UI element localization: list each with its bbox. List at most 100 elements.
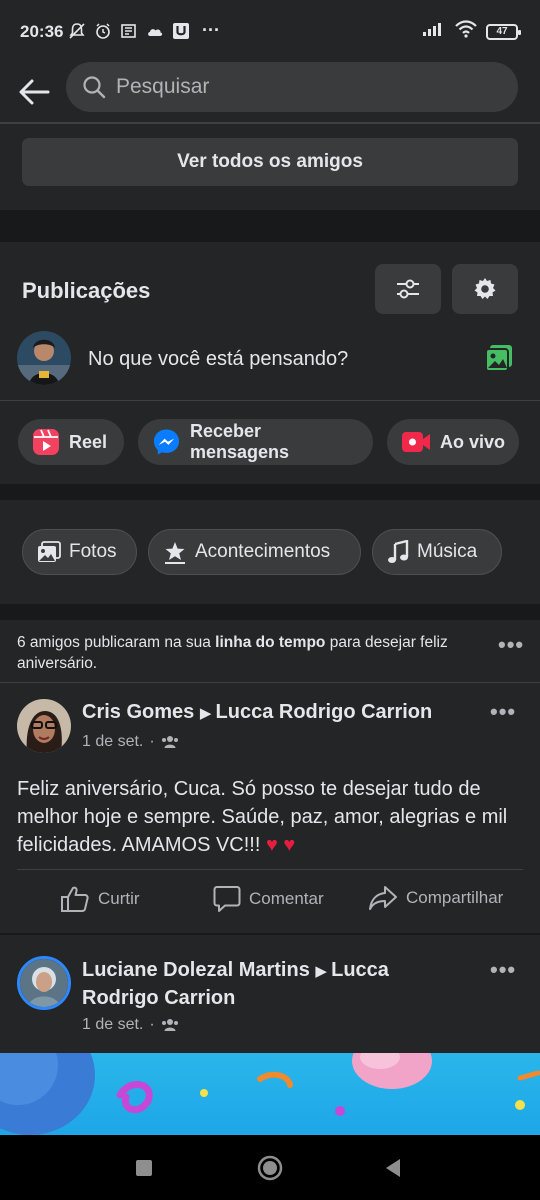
status-notification-icons: ··· [68, 20, 220, 41]
author-avatar[interactable] [17, 956, 71, 1010]
post-more-dots-icon[interactable]: ••• [490, 957, 516, 983]
target-name[interactable]: Lucca [331, 959, 389, 981]
status-system-icons: 47 [422, 20, 521, 43]
u-app-icon [172, 22, 190, 40]
filter-button[interactable] [375, 264, 441, 314]
back-button[interactable] [14, 72, 54, 112]
composer-prompt[interactable]: No que você está pensando? [88, 348, 348, 371]
cloud-icon [146, 22, 164, 40]
photo-button[interactable] [484, 344, 514, 377]
search-icon [83, 76, 106, 99]
post-actions-divider [17, 869, 523, 870]
system-back-button[interactable] [384, 1158, 402, 1178]
reel-chip[interactable]: Reel [18, 419, 124, 465]
music-filter-label: Música [417, 541, 478, 562]
more-dots-icon[interactable]: ••• [498, 632, 524, 658]
author-name[interactable]: Cris Gomes [82, 701, 194, 723]
post-more-dots-icon[interactable]: ••• [490, 699, 516, 725]
events-filter[interactable]: Acontecimentos [148, 529, 361, 575]
muted-bell-icon [68, 22, 86, 40]
star-event-icon [165, 542, 185, 564]
like-button[interactable]: Curtir [60, 885, 140, 913]
post: Luciane Dolezal Martins ▶ Lucca Rodrigo … [0, 935, 540, 1135]
settings-button[interactable] [452, 264, 518, 314]
reel-chip-label: Reel [69, 431, 108, 452]
publications-divider [0, 400, 540, 401]
like-icon [61, 886, 89, 912]
receive-messages-chip[interactable]: Receber mensagens [138, 419, 373, 465]
music-note-icon [388, 540, 409, 563]
post-author-line: Cris Gomes ▶ Lucca Rodrigo Carrion [82, 699, 432, 727]
back-arrow-icon [19, 79, 50, 105]
friends-audience-icon [161, 736, 178, 748]
birthday-notice: 6 amigos publicaram na sua linha do temp… [0, 620, 540, 682]
post-author-line: Luciane Dolezal Martins ▶ Lucca Rodrigo … [82, 957, 462, 1012]
back-triangle-icon [386, 1159, 400, 1177]
heart-emoji: ♥ ♥ [265, 834, 296, 856]
status-time: 20:36 [20, 22, 64, 41]
post-meta: 1 de set. · [82, 733, 179, 751]
timeline-link[interactable]: linha do tempo [215, 634, 325, 651]
publications-title: Publicações [22, 278, 151, 303]
birthday-notice-text: 6 amigos publicaram na sua linha do temp… [17, 632, 487, 674]
birthday-image[interactable] [0, 1053, 540, 1135]
recents-square-icon [136, 1160, 152, 1176]
events-filter-label: Acontecimentos [195, 541, 331, 562]
share-label: Compartilhar [406, 888, 504, 907]
system-navigation-bar [0, 1135, 540, 1200]
post-body-text: Feliz aniversário, Cuca. Só posso te des… [17, 778, 508, 856]
post: Cris Gomes ▶ Lucca Rodrigo Carrion 1 de … [0, 683, 540, 933]
arrow-right-icon: ▶ [199, 705, 216, 722]
alarm-icon [94, 22, 112, 40]
publications-section: Publicações No que você está pensando? R… [0, 242, 540, 484]
music-filter[interactable]: Música [372, 529, 502, 575]
wifi-icon [454, 20, 478, 43]
user-avatar[interactable] [17, 331, 71, 385]
post-date[interactable]: 1 de set. [82, 1016, 143, 1034]
recents-button[interactable] [135, 1159, 153, 1177]
friends-section: Ver todos os amigos [0, 124, 540, 210]
notice-text-prefix: 6 amigos publicaram na sua [17, 634, 216, 651]
search-input[interactable] [116, 75, 476, 99]
author-avatar[interactable] [17, 699, 71, 753]
post-date[interactable]: 1 de set. [82, 733, 143, 751]
see-all-friends-button[interactable]: Ver todos os amigos [22, 138, 518, 186]
arrow-right-icon: ▶ [315, 963, 332, 980]
news-icon [120, 22, 138, 40]
messenger-icon [153, 429, 180, 455]
comment-button[interactable]: Comentar [213, 885, 324, 913]
meta-separator: · [149, 733, 155, 750]
search-header [0, 62, 540, 122]
live-video-icon [402, 432, 430, 452]
image-icon [38, 541, 61, 562]
status-bar: 20:36 ··· 47 [0, 0, 540, 62]
receive-messages-label: Receber mensagens [189, 421, 290, 462]
filter-sliders-icon [397, 279, 419, 299]
like-label: Curtir [98, 889, 140, 908]
share-icon [369, 886, 397, 910]
battery-indicator: 47 [486, 23, 521, 40]
live-chip-label: Ao vivo [440, 431, 506, 452]
target-name[interactable]: Lucca Rodrigo Carrion [216, 701, 433, 723]
author-name[interactable]: Luciane Dolezal Martins [82, 959, 310, 981]
photos-filter[interactable]: Fotos [22, 529, 137, 575]
photos-filter-label: Fotos [69, 541, 117, 562]
gear-icon [474, 278, 496, 299]
content-filters: Fotos Acontecimentos Música [0, 500, 540, 604]
comment-label: Comentar [249, 889, 324, 908]
friends-audience-icon [161, 1019, 178, 1031]
more-notifications-icon: ··· [202, 20, 220, 40]
post-meta: 1 de set. · [82, 1016, 179, 1034]
meta-separator: · [149, 1016, 155, 1033]
photo-icon [485, 345, 512, 372]
post-body: Feliz aniversário, Cuca. Só posso te des… [17, 775, 527, 859]
reel-icon [33, 429, 59, 455]
live-chip[interactable]: Ao vivo [387, 419, 519, 465]
home-circle-icon [257, 1155, 283, 1181]
search-box[interactable] [66, 62, 518, 112]
home-button[interactable] [257, 1155, 283, 1181]
share-button[interactable]: Compartilhar [368, 885, 503, 911]
comment-icon [213, 886, 241, 912]
target-name-continued[interactable]: Rodrigo Carrion [82, 987, 235, 1009]
post-composer[interactable]: No que você está pensando? [0, 328, 540, 400]
